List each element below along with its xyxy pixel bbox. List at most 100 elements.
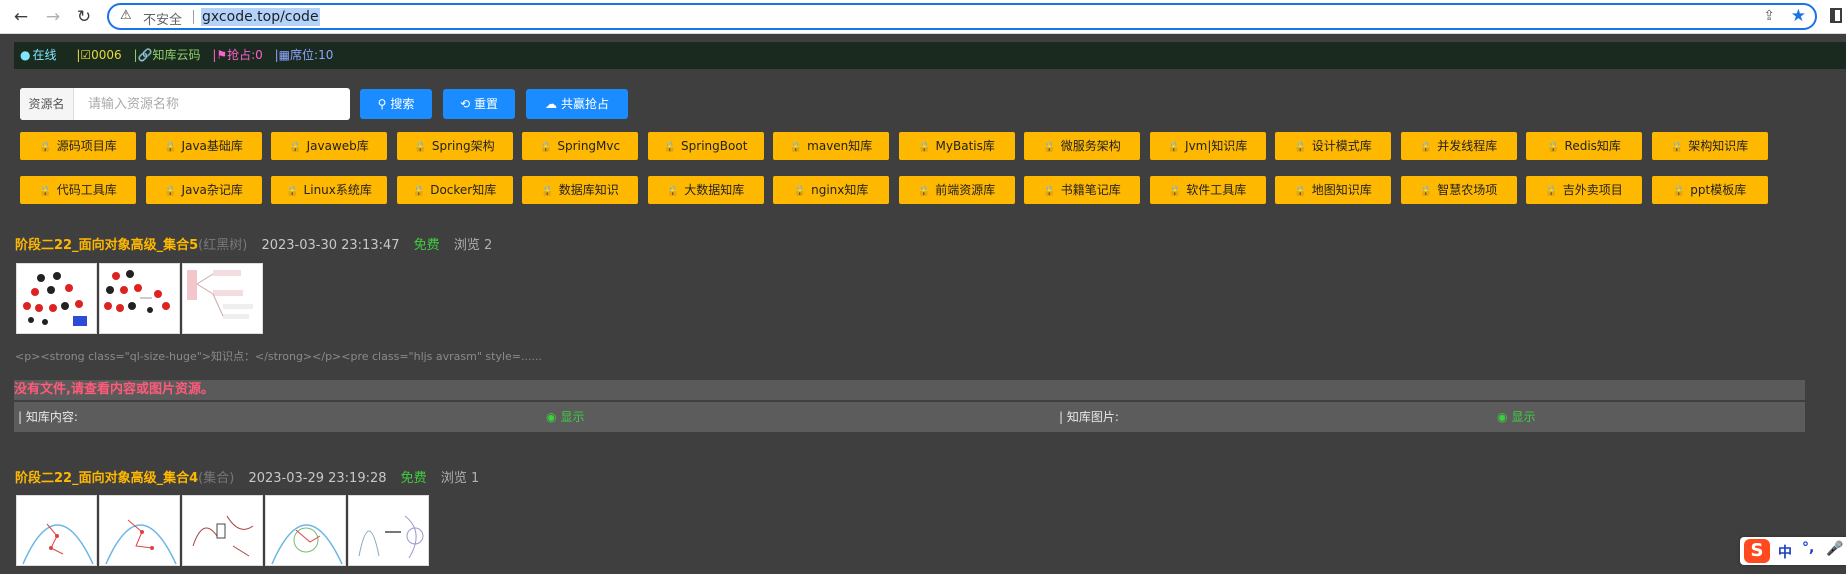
- status-bar: ● 在线 |☑0006 |🔗知库云码 |⚑抢占:0 |▦席位:10: [14, 42, 1846, 69]
- lock-icon: 🔒: [1043, 186, 1056, 197]
- category-button[interactable]: 🔒 代码工具库: [20, 176, 136, 204]
- url-text[interactable]: gxcode.top/code: [201, 8, 320, 26]
- lock-icon: 🔒: [1547, 142, 1560, 153]
- ime-language-toggle[interactable]: 中: [1778, 542, 1792, 562]
- category-button[interactable]: 🔒 Docker知库: [396, 176, 513, 204]
- category-label: maven知库: [807, 139, 873, 153]
- tree-diagram-icon: [104, 270, 170, 313]
- category-button[interactable]: 🔒 大数据知库: [647, 176, 764, 204]
- category-button[interactable]: 🔒 并发线程库: [1400, 132, 1517, 160]
- omnibox-divider: [193, 10, 194, 24]
- lock-icon: 🔒: [412, 186, 426, 197]
- category-button[interactable]: 🔒 书籍笔记库: [1024, 176, 1140, 204]
- reload-icon[interactable]: ↻: [74, 7, 94, 27]
- category-button[interactable]: 🔒 nginx知库: [773, 176, 889, 204]
- post-title[interactable]: 阶段二22_面向对象高级_集合5: [15, 238, 198, 253]
- category-button[interactable]: 🔒 地图知识库: [1275, 176, 1391, 204]
- no-file-notice: 没有文件,请查看内容或图片资源。: [14, 380, 1805, 400]
- post-thumbnails: [16, 263, 263, 334]
- category-row-1: 🔒 源码项目库 🔒 Java基础库 🔒 Javaweb库 🔒 Spring架构 🔒 SpringM…: [20, 132, 1840, 160]
- thumbnail-image[interactable]: [99, 263, 180, 334]
- lock-icon: 🔒: [1419, 186, 1433, 197]
- category-button[interactable]: 🔒 设计模式库: [1275, 132, 1391, 160]
- category-label: 吉外卖项目: [1562, 183, 1623, 197]
- thumbnail-image[interactable]: [348, 495, 429, 566]
- search-input[interactable]: [74, 88, 350, 120]
- post-date: 2023-03-29 23:19:28: [248, 471, 387, 486]
- grab-status[interactable]: |⚑抢占:0: [212, 48, 262, 62]
- category-button[interactable]: 🔒 Linux系统库: [271, 176, 387, 204]
- thumbnail-image[interactable]: [16, 263, 97, 334]
- category-label: 源码项目库: [56, 139, 117, 153]
- content-show-link[interactable]: ◉ 显示: [546, 402, 585, 432]
- side-panel-icon[interactable]: [1830, 8, 1842, 23]
- lock-icon: 🔒: [793, 186, 807, 197]
- thumbnail-image[interactable]: [182, 263, 263, 334]
- category-button[interactable]: 🔒 数据库知识: [522, 176, 638, 204]
- post-title[interactable]: 阶段二22_面向对象高级_集合4: [15, 471, 198, 486]
- online-dot-icon: ●: [20, 48, 31, 62]
- lock-icon: 🔒: [1545, 186, 1558, 197]
- category-button[interactable]: 🔒 Redis知库: [1526, 132, 1642, 160]
- library-status[interactable]: |🔗知库云码: [134, 48, 201, 62]
- category-button[interactable]: 🔒 智慧农场项: [1400, 176, 1517, 204]
- category-label: nginx知库: [811, 183, 869, 197]
- seat-status[interactable]: |▦席位:10: [275, 48, 334, 62]
- share-grab-button[interactable]: ☁ 共赢抢占: [526, 89, 628, 119]
- category-button[interactable]: 🔒 源码项目库: [20, 132, 136, 160]
- category-label: 软件工具库: [1186, 183, 1247, 197]
- category-button[interactable]: 🔒 Spring架构: [396, 132, 513, 160]
- search-button[interactable]: ⚲ 搜索: [360, 89, 432, 119]
- curve-diagram-icon: [105, 519, 177, 565]
- lock-icon: 🔒: [1294, 142, 1307, 153]
- image-show-link[interactable]: ◉ 显示: [1497, 402, 1536, 432]
- ime-punctuation-toggle[interactable]: °,: [1802, 540, 1814, 556]
- post-header: 阶段二22_面向对象高级_集合4(集合) 2023-03-29 23:19:28…: [15, 467, 479, 486]
- category-button[interactable]: 🔒 SpringBoot: [647, 132, 764, 160]
- curve-diagram-icon: [271, 524, 343, 565]
- image-label: | 知库图片:: [1059, 410, 1119, 424]
- category-label: 微服务架构: [1060, 139, 1121, 153]
- lock-icon: 🔒: [414, 142, 427, 153]
- lock-icon: 🔒: [541, 186, 554, 197]
- thumbnail-image[interactable]: [182, 495, 263, 566]
- flow-diagram-icon: [187, 270, 253, 319]
- ime-toolbar[interactable]: S 中 °, 🎤: [1740, 537, 1846, 565]
- forward-icon[interactable]: →: [43, 7, 63, 27]
- online-status: ● 在线: [20, 48, 57, 62]
- category-button[interactable]: 🔒 前端资源库: [898, 176, 1015, 204]
- category-row-2: 🔒 代码工具库 🔒 Java杂记库 🔒 Linux系统库 🔒 Docker知库 🔒 数据库知识 🔒 大…: [20, 176, 1840, 204]
- post-header: 阶段二22_面向对象高级_集合5(红黑树) 2023-03-30 23:13:4…: [15, 234, 492, 253]
- category-button[interactable]: 🔒 微服务架构: [1024, 132, 1140, 160]
- lock-icon: 🔒: [1419, 142, 1433, 153]
- address-bar[interactable]: ⚠ 不安全 gxcode.top/code ⇪ ★: [107, 3, 1817, 30]
- category-label: 前端资源库: [935, 183, 996, 197]
- category-button[interactable]: 🔒 架构知识库: [1651, 132, 1768, 160]
- category-button[interactable]: 🔒 Javaweb库: [271, 132, 387, 160]
- category-button[interactable]: 🔒 maven知库: [773, 132, 889, 160]
- code-status[interactable]: |☑0006: [76, 48, 121, 62]
- category-button[interactable]: 🔒 Jvm|知识库: [1149, 132, 1266, 160]
- thumbnail-image[interactable]: [99, 495, 180, 566]
- thumbnail-image[interactable]: [16, 495, 97, 566]
- insecure-label: 不安全: [143, 13, 183, 28]
- bookmark-star-icon[interactable]: ★: [1791, 6, 1806, 26]
- category-button[interactable]: 🔒 SpringMvc: [522, 132, 638, 160]
- thumbnail-image[interactable]: [265, 495, 346, 566]
- category-button[interactable]: 🔒 MyBatis库: [898, 132, 1015, 160]
- category-button[interactable]: 🔒 Java杂记库: [145, 176, 262, 204]
- category-button[interactable]: 🔒 Java基础库: [145, 132, 262, 160]
- sogou-logo-icon[interactable]: S: [1744, 539, 1770, 563]
- lock-icon: 🔒: [539, 142, 553, 153]
- back-icon[interactable]: ←: [11, 7, 31, 27]
- share-icon[interactable]: ⇪: [1763, 8, 1775, 24]
- microphone-icon[interactable]: 🎤: [1826, 541, 1843, 557]
- curve-diagram-icon: [22, 523, 94, 565]
- category-button[interactable]: 🔒 吉外卖项目: [1526, 176, 1642, 204]
- category-button[interactable]: 🔒 软件工具库: [1149, 176, 1266, 204]
- category-button[interactable]: 🔒 ppt模板库: [1651, 176, 1768, 204]
- category-label: Linux系统库: [303, 183, 372, 197]
- content-label: | 知库内容:: [18, 410, 78, 424]
- category-label: Javaweb库: [306, 139, 369, 153]
- reset-button[interactable]: ⟲ 重置: [443, 89, 515, 119]
